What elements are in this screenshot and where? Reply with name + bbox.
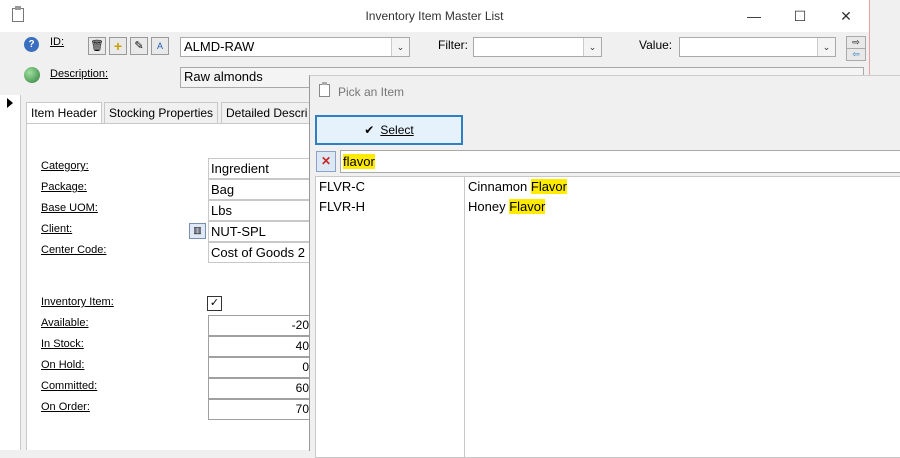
on-hold-label: On Hold: xyxy=(41,359,85,371)
description-label: Description: xyxy=(50,68,109,80)
package-label: Package: xyxy=(41,181,87,193)
filter-label: Filter: xyxy=(438,38,468,52)
category-label: Category: xyxy=(41,160,89,172)
client-field[interactable]: NUT-SPL xyxy=(208,221,312,242)
help-icon[interactable]: ? xyxy=(24,37,39,52)
base-uom-label: Base UOM: xyxy=(41,202,98,214)
check-icon: ✓ xyxy=(209,297,220,309)
id-combobox[interactable]: ALMD-RAW ⌄ xyxy=(180,37,410,57)
pick-item-dialog: Pick an Item ✔ Select ✕ flavor FLVR-C Cin… xyxy=(309,75,900,458)
search-input[interactable]: flavor xyxy=(340,150,900,173)
id-label: ID: xyxy=(50,36,65,48)
tab-item-header[interactable]: Item Header xyxy=(26,102,103,123)
center-code-field[interactable]: Cost of Goods 2 xyxy=(208,242,312,263)
inventory-item-checkbox[interactable]: ✓ xyxy=(207,296,222,311)
result-description-match: Flavor xyxy=(509,199,546,214)
result-id[interactable]: FLVR-C xyxy=(319,179,365,194)
value-combobox[interactable]: ⌄ xyxy=(679,37,836,57)
search-value: flavor xyxy=(343,154,375,169)
on-order-value: 70 xyxy=(208,399,312,420)
result-description-prefix: Cinnamon xyxy=(468,179,531,194)
client-lookup-book-icon[interactable]: ▥ xyxy=(189,223,206,239)
chevron-down-icon[interactable]: ⌄ xyxy=(583,38,601,56)
filter-combobox[interactable]: ⌄ xyxy=(473,37,602,57)
column-divider xyxy=(464,177,465,457)
edit-pencil-icon[interactable]: ✎ xyxy=(130,37,148,55)
title-bar: Inventory Item Master List — ☐ ✕ xyxy=(0,0,869,32)
on-order-label: On Order: xyxy=(41,401,90,413)
results-list[interactable]: FLVR-C Cinnamon Flavor FLVR-H Honey Flav… xyxy=(315,176,900,458)
dialog-clipboard-icon xyxy=(319,82,330,97)
add-icon[interactable]: + xyxy=(109,37,127,55)
committed-value: 60 xyxy=(208,378,312,399)
result-description[interactable]: Honey Flavor xyxy=(468,199,546,214)
tab-detailed-description[interactable]: Detailed Descri xyxy=(221,102,313,123)
chevron-down-icon[interactable]: ⌄ xyxy=(391,38,409,56)
package-field[interactable]: Bag xyxy=(208,179,312,200)
committed-label: Committed: xyxy=(41,380,98,392)
available-label: Available: xyxy=(41,317,89,329)
dialog-title: Pick an Item xyxy=(338,85,405,99)
chevron-down-icon[interactable]: ⌄ xyxy=(817,38,835,56)
delete-icon[interactable]: 🗑 xyxy=(88,37,106,55)
minimize-button[interactable]: — xyxy=(731,0,777,32)
maximize-button[interactable]: ☐ xyxy=(777,0,823,32)
globe-icon[interactable] xyxy=(24,67,40,83)
clear-filter-icon[interactable]: ✕ xyxy=(316,151,336,172)
result-description-match: Flavor xyxy=(530,179,567,194)
select-label: Select xyxy=(380,123,414,137)
available-value: -20 xyxy=(208,315,312,336)
on-hold-value: 0 xyxy=(208,357,312,378)
inventory-item-label: Inventory Item: xyxy=(41,296,114,308)
prev-arrow-icon[interactable]: ⇦ xyxy=(846,48,866,61)
select-button[interactable]: ✔ Select xyxy=(315,115,463,145)
record-selector[interactable] xyxy=(0,95,21,450)
in-stock-label: In Stock: xyxy=(41,338,84,350)
result-id[interactable]: FLVR-H xyxy=(319,199,365,214)
in-stock-value: 40 xyxy=(208,336,312,357)
checkmark-icon: ✔ xyxy=(364,123,375,137)
base-uom-field[interactable]: Lbs xyxy=(208,200,312,221)
tab-stocking-properties[interactable]: Stocking Properties xyxy=(104,102,219,123)
center-code-label: Center Code: xyxy=(41,244,107,256)
close-button[interactable]: ✕ xyxy=(823,0,869,32)
id-value: ALMD-RAW xyxy=(184,39,255,54)
value-label: Value: xyxy=(639,38,673,52)
client-label: Client: xyxy=(41,223,73,235)
category-field[interactable]: Ingredient xyxy=(208,158,312,179)
find-icon[interactable]: A xyxy=(151,37,169,55)
result-description-prefix: Honey xyxy=(468,199,510,214)
result-description[interactable]: Cinnamon Flavor xyxy=(468,179,567,194)
current-record-icon xyxy=(7,98,13,108)
